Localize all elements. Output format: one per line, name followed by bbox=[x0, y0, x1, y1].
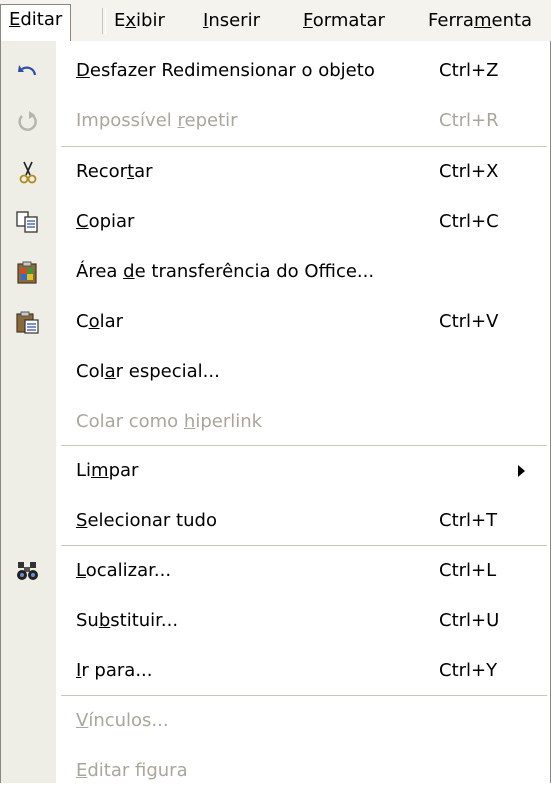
edit-menu-dropdown: Desfazer Redimensionar o objeto Ctrl+Z I… bbox=[0, 41, 551, 783]
menu-item-copy[interactable]: Copiar Ctrl+C bbox=[1, 197, 550, 247]
shortcut-label: Ctrl+Z bbox=[439, 60, 499, 81]
binoculars-icon bbox=[15, 559, 41, 583]
undo-icon bbox=[15, 59, 41, 83]
menu-formatar[interactable]: Formatar bbox=[303, 6, 385, 36]
shortcut-label: Ctrl+R bbox=[439, 110, 499, 131]
menu-item-select-all[interactable]: Selecionar tudo Ctrl+T bbox=[1, 496, 550, 546]
submenu-arrow-icon bbox=[518, 465, 525, 477]
menu-item-go-to[interactable]: Ir para... Ctrl+Y bbox=[1, 646, 550, 696]
menu-item-cut[interactable]: Recortar Ctrl+X bbox=[1, 147, 550, 197]
menu-inserir[interactable]: Inserir bbox=[203, 6, 260, 36]
menu-item-find[interactable]: Localizar... Ctrl+L bbox=[1, 546, 550, 596]
shortcut-label: Ctrl+X bbox=[439, 161, 499, 182]
menu-item-clear[interactable]: Limpar bbox=[1, 446, 550, 496]
shortcut-label: Ctrl+C bbox=[439, 211, 499, 232]
clipboard-icon bbox=[15, 260, 41, 284]
redo-icon bbox=[15, 109, 41, 133]
menu-item-edit-picture[interactable]: Editar figura bbox=[1, 746, 550, 796]
shortcut-label: Ctrl+L bbox=[439, 560, 497, 581]
scissors-icon bbox=[15, 160, 41, 184]
shortcut-label: Ctrl+U bbox=[439, 610, 500, 631]
menu-bar: Editar Exibir Inserir Formatar Ferrament… bbox=[0, 0, 551, 42]
menu-exibir[interactable]: Exibir bbox=[114, 6, 165, 36]
menu-ferramentas[interactable]: Ferramenta bbox=[428, 6, 532, 36]
menu-item-undo[interactable]: Desfazer Redimensionar o objeto Ctrl+Z bbox=[1, 46, 550, 96]
menu-item-links[interactable]: Vínculos... bbox=[1, 696, 550, 746]
copy-icon bbox=[15, 210, 41, 234]
shortcut-label: Ctrl+T bbox=[439, 510, 498, 531]
shortcut-label: Ctrl+V bbox=[439, 311, 499, 332]
shortcut-label: Ctrl+Y bbox=[439, 660, 498, 681]
menu-item-repeat[interactable]: Impossível repetir Ctrl+R bbox=[1, 96, 550, 146]
menu-item-paste[interactable]: Colar Ctrl+V bbox=[1, 297, 550, 347]
menu-editar[interactable]: Editar bbox=[0, 4, 72, 42]
menu-bar-separator bbox=[102, 8, 106, 34]
menu-item-replace[interactable]: Substituir... Ctrl+U bbox=[1, 596, 550, 646]
paste-icon bbox=[15, 310, 41, 334]
menu-item-paste-special[interactable]: Colar especial... bbox=[1, 347, 550, 397]
menu-item-office-clipboard[interactable]: Área de transferência do Office... bbox=[1, 247, 550, 297]
menu-item-paste-as-hyperlink[interactable]: Colar como hiperlink bbox=[1, 397, 550, 447]
